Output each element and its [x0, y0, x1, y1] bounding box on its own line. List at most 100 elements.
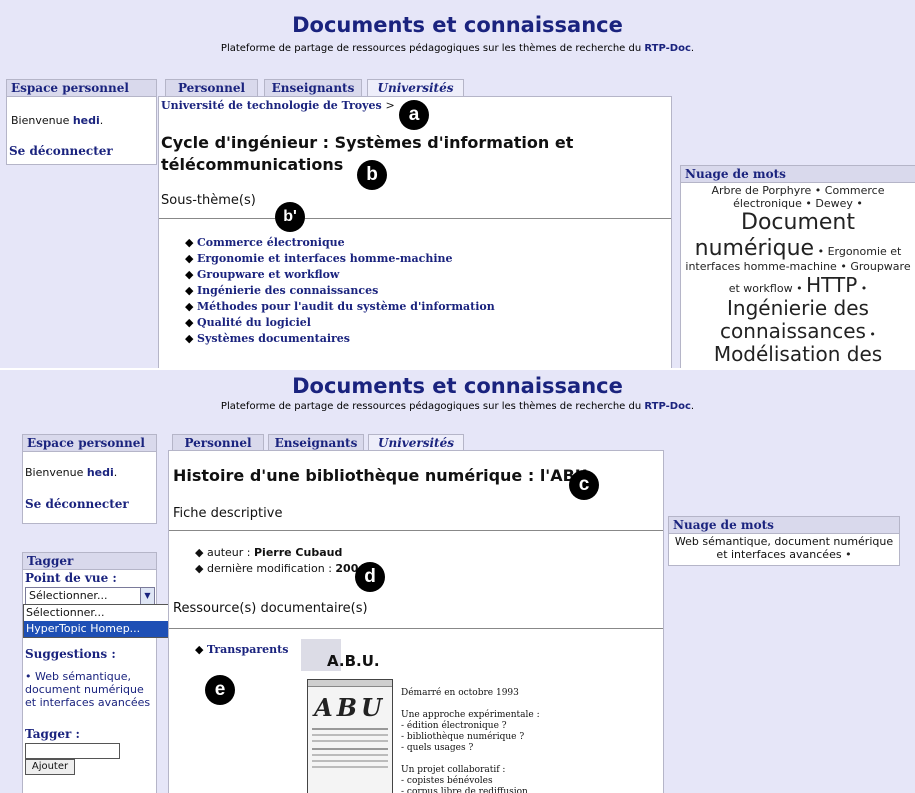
subtheme-item[interactable]: ◆ Qualité du logiciel: [185, 315, 495, 331]
personal-space-box: Espace personnel Bienvenue hedi. Se déco…: [22, 434, 157, 524]
bullet-icon: ◆: [185, 252, 194, 265]
welcome-text: Bienvenue: [25, 466, 84, 479]
subtheme-item[interactable]: ◆ Ergonomie et interfaces homme-machine: [185, 251, 495, 267]
page-title-line1: Cycle d'ingénieur : Systèmes d'informati…: [161, 133, 574, 152]
word-cloud-box: Nuage de mots Web sémantique, document n…: [668, 516, 900, 566]
annotation-marker-b-prime: b': [275, 202, 305, 232]
tab-universites[interactable]: Universités: [368, 434, 464, 451]
subtitle-period: .: [690, 401, 695, 412]
point-of-view-label: Point de vue :: [25, 571, 117, 585]
slide-text-line: - édition électronique ?: [401, 721, 507, 731]
subtheme-item[interactable]: ◆ Méthodes pour l'audit du système d'info…: [185, 299, 495, 315]
personal-space-heading: Espace personnel: [7, 80, 156, 97]
tab-universites[interactable]: Universités: [367, 79, 464, 96]
tab-personnel[interactable]: Personnel: [165, 79, 258, 96]
username-link[interactable]: hedi: [73, 114, 100, 127]
resource-link[interactable]: Transparents: [207, 643, 288, 656]
tab-enseignants[interactable]: Enseignants: [268, 434, 364, 451]
add-tag-button[interactable]: Ajouter: [25, 759, 75, 775]
cloud-separator: •: [811, 184, 825, 197]
logout-link[interactable]: Se déconnecter: [9, 144, 113, 158]
subthemes-heading: Sous-thème(s): [161, 193, 256, 208]
cloud-separator: •: [801, 196, 816, 210]
cloud-term[interactable]: Modélisation des connaissances: [714, 342, 882, 368]
slide-text: Démarré en octobre 1993 Une approche expé…: [401, 688, 540, 793]
username-link[interactable]: hedi: [87, 466, 114, 479]
breadcrumb-university-link[interactable]: Université de technologie de Troyes: [161, 99, 382, 112]
descriptive-sheet-heading: Fiche descriptive: [173, 506, 283, 521]
subtheme-item[interactable]: ◆ Systèmes documentaires: [185, 331, 495, 347]
annotation-marker-b: b: [357, 160, 387, 190]
breadcrumb-separator: >: [385, 99, 395, 112]
logout-link[interactable]: Se déconnecter: [25, 497, 129, 511]
tagger-heading: Tagger: [23, 553, 156, 570]
cloud-term[interactable]: Web sémantique, document numérique et in…: [675, 535, 893, 561]
annotation-marker-e: e: [205, 675, 235, 705]
subtheme-link[interactable]: Commerce électronique: [197, 236, 345, 249]
slide-text-line: - copistes bénévoles: [401, 776, 493, 786]
site-subtitle: Plateforme de partage de ressources péda…: [0, 43, 915, 54]
bullet-icon: ◆: [195, 643, 204, 656]
subtheme-link[interactable]: Méthodes pour l'audit du système d'infor…: [197, 300, 495, 313]
site-title[interactable]: Documents et connaissance: [0, 13, 915, 37]
modification-label: dernière modification :: [207, 562, 332, 575]
point-of-view-select[interactable]: Sélectionner... ▼: [25, 587, 155, 605]
slide-text-line: [401, 754, 540, 765]
subtheme-item[interactable]: ◆ Ingénierie des connaissances: [185, 283, 495, 299]
resource-item[interactable]: ◆ Transparents: [195, 642, 288, 658]
subtheme-link[interactable]: Groupware et workflow: [197, 268, 339, 281]
slide-text-line: - corpus libre de rediffusion: [401, 787, 528, 793]
welcome-text: Bienvenue: [11, 114, 70, 127]
dropdown-option-selected[interactable]: HyperTopic Homep...: [24, 621, 172, 637]
annotation-marker-c: c: [569, 470, 599, 500]
cloud-separator: •: [814, 244, 828, 258]
thumbnail-line: [312, 754, 388, 756]
subtheme-link[interactable]: Qualité du logiciel: [197, 316, 311, 329]
suggestion-bullet: •: [25, 670, 32, 683]
cloud-term[interactable]: Dewey: [815, 197, 853, 210]
slide-text-line: - bibliothèque numérique ?: [401, 732, 525, 742]
author-label: auteur :: [207, 546, 251, 559]
document-title: Histoire d'une bibliothèque numérique : …: [173, 466, 588, 485]
page-title-line2: télécommunications: [161, 155, 344, 174]
cloud-term[interactable]: Ingénierie des connaissances: [720, 296, 869, 343]
tab-enseignants[interactable]: Enseignants: [264, 79, 362, 96]
main-content: Université de technologie de Troyes > Cy…: [158, 96, 672, 368]
subtheme-link[interactable]: Ingénierie des connaissances: [197, 284, 378, 297]
bullet-icon: ◆: [185, 268, 194, 281]
cloud-term[interactable]: HTTP: [806, 273, 857, 297]
tab-personnel[interactable]: Personnel: [172, 434, 264, 451]
rtp-doc-link[interactable]: RTP-Doc: [644, 43, 690, 54]
slide-text-line: Une approche expérimentale :: [401, 710, 540, 720]
bullet-icon: ◆: [185, 284, 194, 297]
rtp-doc-link[interactable]: RTP-Doc: [644, 401, 690, 412]
slide-text-line: Démarré en octobre 1993: [401, 688, 519, 698]
author-row: ◆ auteur : Pierre Cubaud: [195, 545, 366, 561]
dropdown-option[interactable]: Sélectionner...: [24, 605, 172, 621]
section-divider: [159, 218, 671, 219]
section-divider: [169, 530, 663, 531]
site-subtitle-text: Plateforme de partage de ressources péda…: [220, 401, 642, 412]
chevron-down-icon[interactable]: ▼: [140, 588, 154, 604]
site-subtitle: Plateforme de partage de ressources péda…: [0, 401, 915, 412]
subtheme-link[interactable]: Ergonomie et interfaces homme-machine: [197, 252, 453, 265]
annotation-marker-d: d: [355, 562, 385, 592]
thumbnail-line: [312, 748, 388, 750]
word-cloud-heading: Nuage de mots: [681, 166, 915, 183]
suggestion-text[interactable]: Web sémantique, document numérique et in…: [25, 670, 150, 709]
word-cloud-box: Nuage de mots Arbre de Porphyre • Commer…: [680, 165, 915, 368]
bullet-icon: ◆: [185, 316, 194, 329]
suggestion-link[interactable]: • Web sémantique, document numérique et …: [25, 670, 153, 709]
subtheme-item[interactable]: ◆ Groupware et workflow: [185, 267, 495, 283]
thumbnail-line: [312, 734, 388, 736]
tag-input[interactable]: [25, 743, 120, 759]
site-title[interactable]: Documents et connaissance: [0, 374, 915, 398]
cloud-term[interactable]: Arbre de Porphyre: [711, 184, 811, 197]
personal-space-box: Espace personnel Bienvenue hedi. Se déco…: [6, 79, 157, 165]
personal-space-heading: Espace personnel: [23, 435, 156, 452]
point-of-view-dropdown: Sélectionner... HyperTopic Homep...: [23, 604, 173, 638]
subtheme-link[interactable]: Systèmes documentaires: [197, 332, 350, 345]
word-cloud: Web sémantique, document numérique et in…: [669, 534, 899, 563]
thumbnail-line: [312, 728, 388, 730]
subtheme-item[interactable]: ◆ Commerce électronique: [185, 235, 495, 251]
